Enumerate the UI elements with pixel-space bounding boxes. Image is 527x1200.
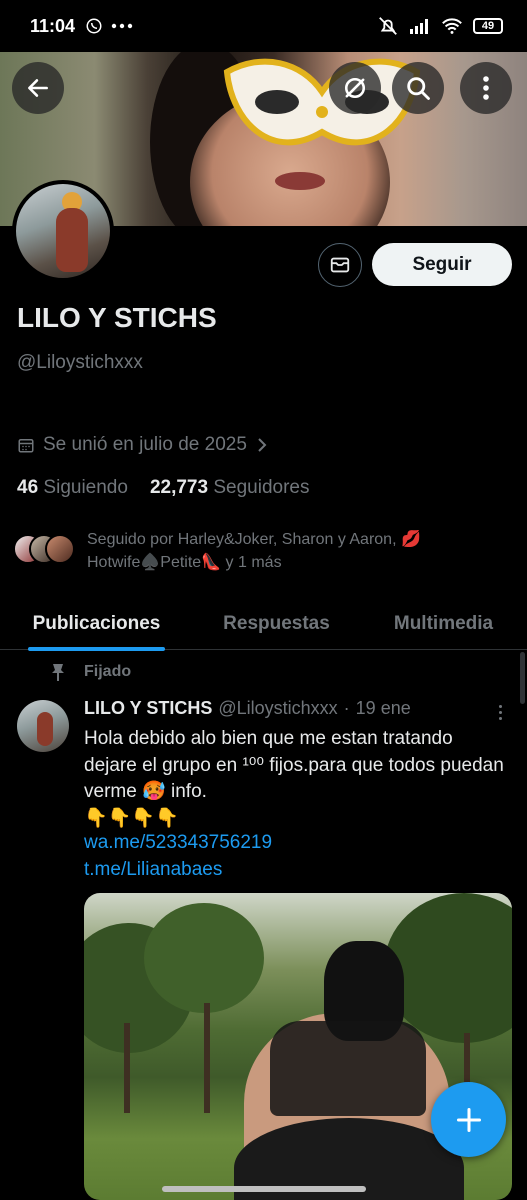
tab-label: Respuestas	[223, 613, 330, 634]
mute-icon	[379, 17, 397, 35]
banner-lips	[275, 172, 325, 190]
followers-link[interactable]: 22,773 Seguidores	[150, 477, 310, 499]
photo-subject-top	[270, 1021, 426, 1116]
wifi-icon	[442, 18, 462, 34]
post-link-whatsapp[interactable]: wa.me/523343756219	[84, 832, 272, 854]
post-header: LILO Y STICHS @Liloystichxxx · 19 ene	[84, 698, 411, 719]
calendar-icon	[18, 439, 34, 453]
avatar-figure	[37, 712, 53, 746]
tree	[384, 893, 512, 1043]
pin-icon	[52, 664, 64, 681]
signal-icon	[410, 19, 428, 34]
pinned-indicator: Fijado	[50, 662, 131, 682]
search-icon	[407, 77, 430, 100]
profile-tabs: Publicaciones Respuestas Multimedia	[0, 598, 527, 651]
scrollbar[interactable]	[520, 652, 525, 704]
tab-publicaciones[interactable]: Publicaciones	[28, 598, 165, 651]
status-bar: 11:04 49	[0, 0, 527, 52]
post-link-telegram[interactable]: t.me/Lilianabaes	[84, 859, 222, 881]
mini-avatar	[45, 534, 75, 564]
tree	[144, 903, 264, 1013]
grok-button[interactable]	[329, 62, 381, 114]
compose-post-button[interactable]	[431, 1082, 506, 1157]
followers-you-know-avatars	[13, 528, 77, 564]
more-dots-icon	[111, 23, 133, 29]
follow-stats: 46 Siguiendo 22,773 Seguidores	[17, 477, 309, 499]
joined-text: Se unió en julio de 2025	[43, 434, 247, 455]
pinned-label: Fijado	[84, 663, 132, 680]
battery-icon: 49	[473, 18, 503, 34]
post-emoji-line: 👇👇👇👇	[84, 807, 179, 829]
tab-respuestas[interactable]: Respuestas	[220, 598, 333, 650]
following-label: Siguiendo	[43, 477, 128, 498]
profile-avatar[interactable]	[12, 180, 114, 282]
following-count: 46	[17, 477, 39, 498]
envelope-icon	[330, 257, 350, 273]
more-vertical-icon	[483, 76, 489, 100]
message-button[interactable]	[318, 243, 362, 287]
post-separator: ·	[343, 698, 350, 718]
more-options-button[interactable]	[460, 62, 512, 114]
status-time: 11:04	[30, 15, 76, 36]
post-date[interactable]: 19 ene	[356, 698, 411, 719]
avatar-figure	[56, 208, 88, 272]
joined-date-row[interactable]: Se unió en julio de 2025	[17, 434, 269, 456]
tree-trunk	[124, 1023, 130, 1113]
home-indicator[interactable]	[162, 1186, 366, 1192]
post-author-avatar[interactable]	[17, 700, 69, 752]
followed-by-row[interactable]: Seguido por Harley&Joker, Sharon y Aaron…	[13, 528, 513, 574]
post-more-button[interactable]	[492, 700, 508, 724]
tab-label: Publicaciones	[32, 613, 161, 634]
post-author-name[interactable]: LILO Y STICHS	[84, 698, 212, 719]
masquerade-mask-icon	[223, 58, 421, 146]
back-button[interactable]	[12, 62, 64, 114]
followers-label: Seguidores	[213, 477, 310, 498]
grok-icon	[344, 77, 366, 99]
post-author-handle[interactable]: @Liloystichxxx	[218, 698, 337, 719]
followers-count: 22,773	[149, 477, 209, 498]
whatsapp-icon	[86, 18, 102, 34]
chevron-right-icon	[258, 438, 267, 452]
plus-icon	[456, 1107, 481, 1132]
tab-multimedia[interactable]: Multimedia	[388, 598, 499, 650]
tab-label: Multimedia	[393, 613, 494, 634]
post-body: Hola debido alo bien que me estan tratan…	[84, 728, 504, 802]
search-button[interactable]	[392, 62, 444, 114]
follow-button[interactable]: Seguir	[372, 243, 512, 286]
profile-handle: @Liloystichxxx	[17, 352, 143, 373]
post-media-image[interactable]	[84, 893, 512, 1200]
followed-by-text: Seguido por Harley&Joker, Sharon y Aaron…	[87, 531, 421, 571]
profile-display-name: LILO Y STICHS	[17, 302, 217, 333]
following-link[interactable]: 46 Siguiendo	[17, 477, 128, 499]
battery-level: 49	[481, 20, 495, 32]
arrow-left-icon	[28, 79, 48, 97]
post-text: Hola debido alo bien que me estan tratan…	[84, 726, 504, 832]
tree-trunk	[204, 1003, 210, 1113]
